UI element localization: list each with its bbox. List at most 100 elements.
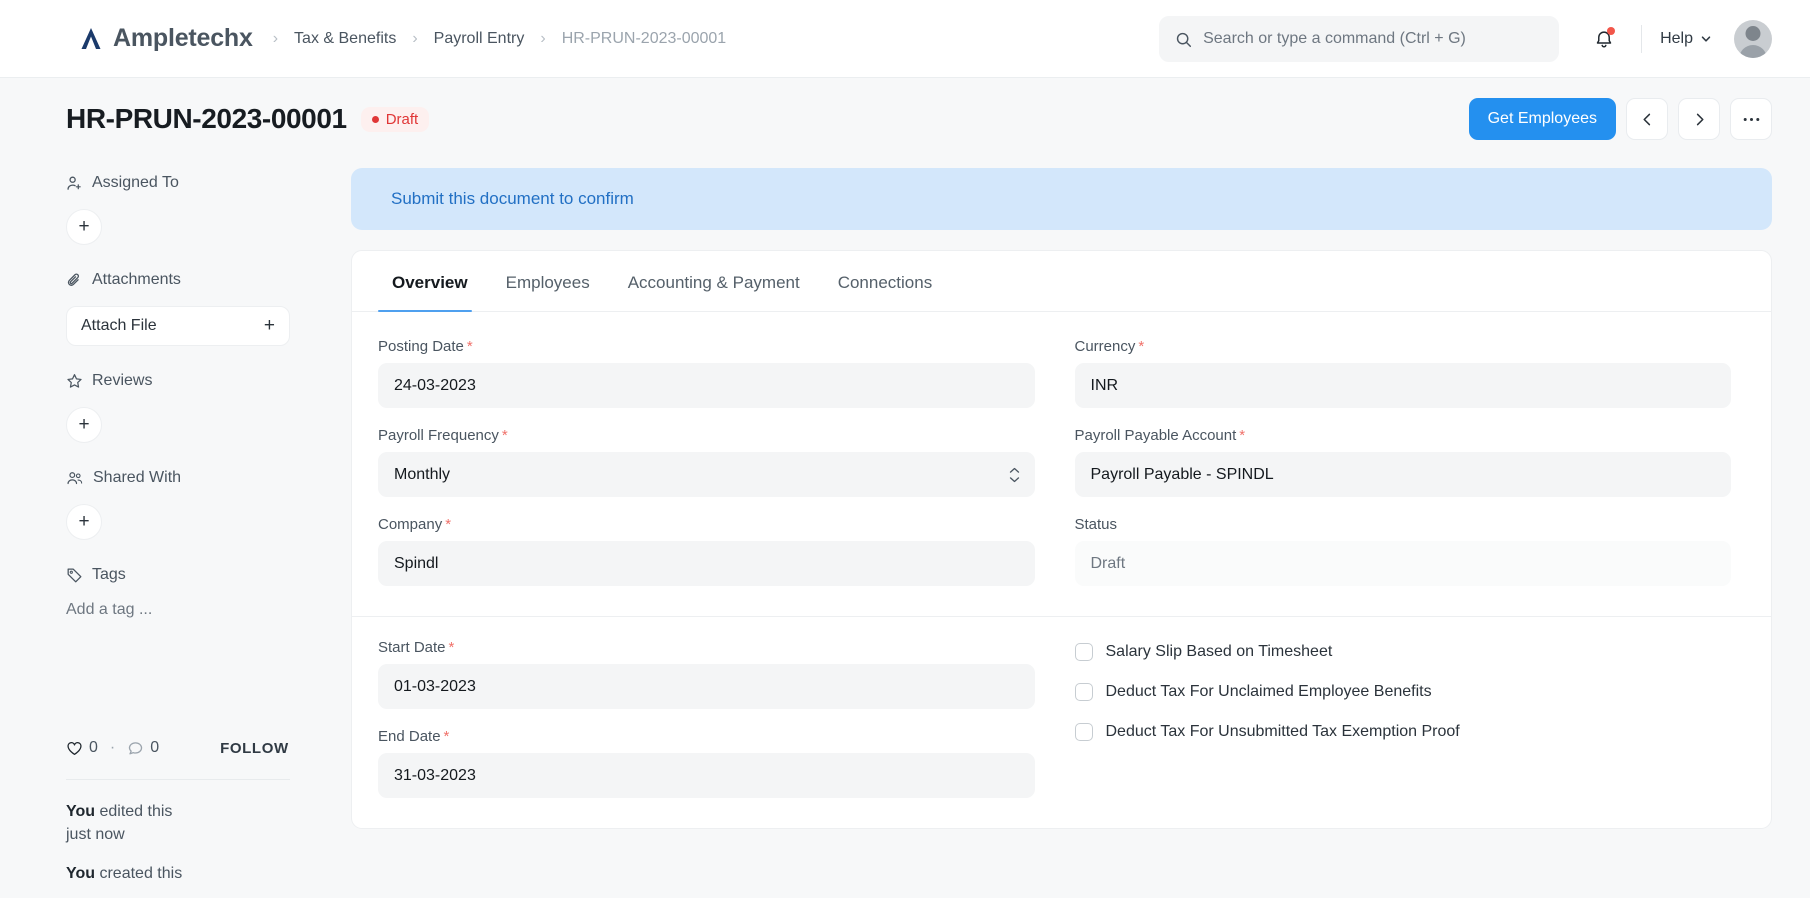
tab-accounting-payment[interactable]: Accounting & Payment — [614, 251, 814, 311]
field-company: Company * Spindl — [378, 516, 1035, 586]
chevron-left-icon — [1642, 113, 1650, 125]
field-label-text: End Date — [378, 728, 441, 745]
add-review-button[interactable]: + — [66, 407, 102, 443]
field-status: Status Draft — [1074, 516, 1732, 586]
field-value: 31-03-2023 — [394, 766, 476, 784]
payroll-frequency-select[interactable]: Monthly — [378, 452, 1035, 497]
tab-connections[interactable]: Connections — [824, 251, 947, 311]
field-label-text: Company — [378, 516, 443, 533]
field-currency: Currency * INR — [1074, 338, 1732, 408]
help-label: Help — [1660, 30, 1693, 47]
form-section-primary: Posting Date * 24-03-2023 Payroll Frequen… — [352, 312, 1771, 616]
checkbox-icon[interactable] — [1074, 683, 1093, 701]
comment-button[interactable]: 0 — [127, 739, 159, 757]
sidebar-label-tags: Tags — [92, 566, 126, 583]
field-label-text: Payroll Payable Account — [1074, 427, 1237, 444]
next-document-button[interactable] — [1678, 98, 1720, 140]
field-payroll-frequency: Payroll Frequency * Monthly — [378, 427, 1035, 497]
breadcrumb-item-current[interactable]: HR-PRUN-2023-00001 — [562, 30, 727, 48]
status-input: Draft — [1074, 541, 1731, 586]
required-marker: * — [448, 639, 455, 656]
posting-date-input[interactable]: 24-03-2023 — [378, 363, 1035, 408]
brand[interactable]: Ampletechx — [78, 24, 253, 53]
start-date-input[interactable]: 01-03-2023 — [378, 664, 1035, 709]
heart-icon — [67, 741, 82, 755]
field-start-date: Start Date * 01-03-2023 — [378, 639, 1035, 709]
company-input[interactable]: Spindl — [378, 541, 1035, 586]
sidebar-section-tags: Tags — [66, 566, 351, 584]
activity-actor: You — [66, 865, 96, 883]
attach-file-label: Attach File — [81, 317, 157, 334]
required-marker: * — [501, 427, 508, 444]
field-label: Currency * — [1075, 338, 1732, 355]
follow-button[interactable]: FOLLOW — [220, 740, 289, 757]
field-label: Status — [1075, 516, 1732, 533]
add-tag-input[interactable]: Add a tag ... — [66, 601, 351, 619]
search-input[interactable]: Search or type a command (Ctrl + G) — [1159, 16, 1560, 62]
submit-hint-banner: Submit this document to confirm — [351, 168, 1772, 230]
activity-text: edited this — [95, 803, 173, 820]
sidebar: Assigned To + Attachments Attach File + … — [66, 160, 351, 898]
field-value: Monthly — [394, 465, 451, 483]
breadcrumb-item-payroll-entry[interactable]: Payroll Entry — [434, 30, 525, 48]
checkbox-label: Deduct Tax For Unsubmitted Tax Exemption… — [1105, 723, 1460, 740]
form-column-right-2: Salary Slip Based on Timesheet Deduct Ta… — [1074, 639, 1732, 798]
add-share-button[interactable]: + — [66, 504, 102, 540]
required-marker: * — [1239, 427, 1246, 444]
activity-actor: You — [66, 803, 96, 820]
avatar-body — [1739, 45, 1767, 58]
avatar-head — [1745, 26, 1761, 41]
checkbox-icon[interactable] — [1074, 723, 1093, 741]
document-card: Overview Employees Accounting & Payment … — [351, 250, 1772, 829]
social-separator: · — [109, 739, 116, 756]
main-content: Submit this document to confirm Overview… — [351, 160, 1772, 898]
tab-bar: Overview Employees Accounting & Payment … — [352, 251, 1771, 312]
field-label: Posting Date * — [378, 338, 1035, 355]
field-value: INR — [1090, 376, 1119, 394]
sidebar-section-assigned-to: Assigned To — [66, 174, 351, 192]
form-section-dates: Start Date * 01-03-2023 End Date * 31-03… — [352, 616, 1771, 828]
form-column-left: Posting Date * 24-03-2023 Payroll Frequen… — [378, 338, 1035, 586]
checkbox-icon[interactable] — [1074, 643, 1093, 661]
tab-overview[interactable]: Overview — [378, 251, 482, 312]
ampletechx-logo — [81, 27, 101, 49]
checkbox-deduct-tax-unsubmitted-proof[interactable]: Deduct Tax For Unsubmitted Tax Exemption… — [1074, 723, 1732, 741]
more-options-button[interactable] — [1730, 98, 1772, 140]
like-button[interactable]: 0 — [66, 739, 98, 757]
breadcrumb-item-tax-benefits[interactable]: Tax & Benefits — [294, 30, 396, 48]
user-plus-icon — [67, 176, 81, 190]
notifications-button[interactable] — [1585, 20, 1623, 58]
field-value: 01-03-2023 — [394, 677, 476, 695]
tab-employees[interactable]: Employees — [492, 251, 604, 311]
sidebar-social-row: 0 · 0 FOLLOW — [66, 739, 351, 757]
activity-item: You created this — [66, 863, 351, 886]
field-label: End Date * — [378, 728, 1035, 745]
search-icon — [1176, 32, 1192, 47]
field-label-text: Payroll Frequency — [378, 427, 499, 444]
sidebar-label-reviews: Reviews — [92, 372, 153, 389]
form-column-left-2: Start Date * 01-03-2023 End Date * 31-03… — [378, 639, 1035, 798]
help-menu[interactable]: Help — [1660, 30, 1712, 48]
sidebar-divider — [66, 779, 290, 780]
end-date-input[interactable]: 31-03-2023 — [378, 753, 1035, 798]
prev-document-button[interactable] — [1626, 98, 1668, 140]
breadcrumb: › Tax & Benefits › Payroll Entry › HR-PR… — [273, 30, 726, 48]
payroll-payable-account-input[interactable]: Payroll Payable - SPINDL — [1074, 452, 1731, 497]
chevron-right-icon — [1696, 113, 1704, 125]
required-marker: * — [466, 338, 473, 355]
field-label-text: Status — [1074, 516, 1118, 533]
checkbox-salary-slip-based-on-timesheet[interactable]: Salary Slip Based on Timesheet — [1074, 643, 1732, 661]
field-value: Draft — [1090, 554, 1126, 572]
avatar[interactable] — [1734, 20, 1772, 58]
get-employees-button[interactable]: Get Employees — [1468, 98, 1616, 140]
ellipsis-icon — [1743, 117, 1759, 121]
field-label: Payroll Payable Account * — [1075, 427, 1732, 444]
checkbox-deduct-tax-unclaimed-benefits[interactable]: Deduct Tax For Unclaimed Employee Benefi… — [1074, 683, 1732, 701]
field-label: Company * — [378, 516, 1035, 533]
comment-count: 0 — [150, 739, 160, 756]
currency-input[interactable]: INR — [1074, 363, 1731, 408]
add-assignment-button[interactable]: + — [66, 209, 102, 245]
attach-file-button[interactable]: Attach File + — [66, 306, 290, 346]
comment-icon — [129, 741, 143, 754]
page-actions: Get Employees — [1468, 98, 1772, 140]
